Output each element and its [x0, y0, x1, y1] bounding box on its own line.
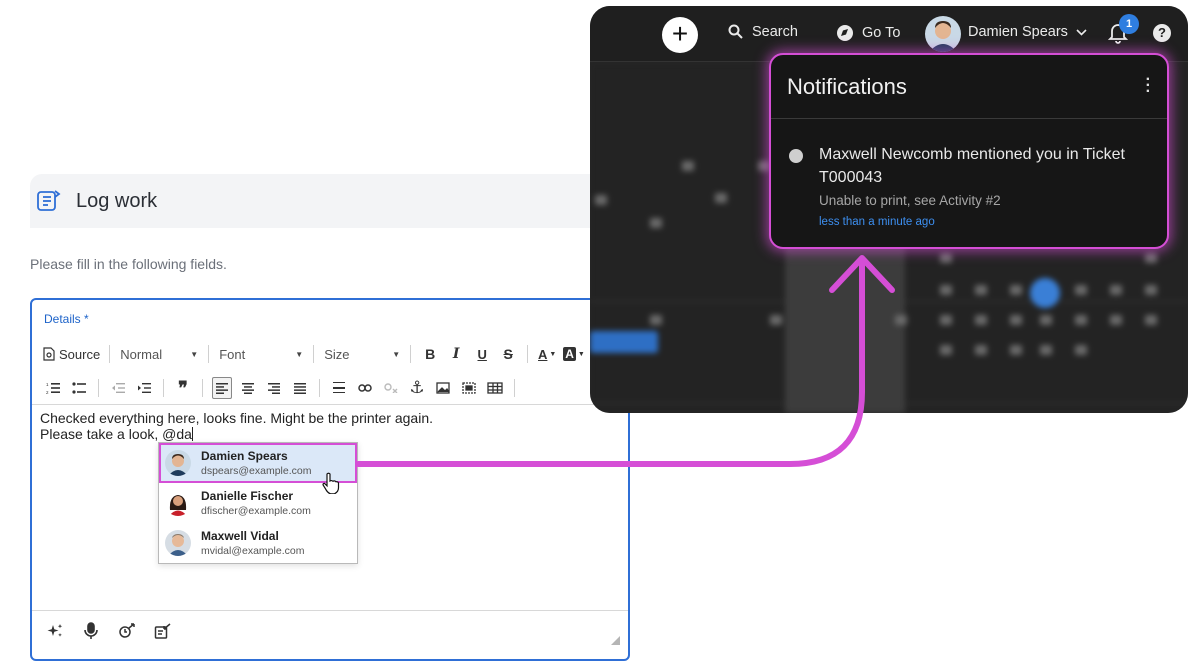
toolbar-separator [202, 379, 203, 397]
editor-line-2: Please take a look, @da [40, 426, 193, 442]
background-color-button[interactable]: A ▼ [563, 343, 585, 365]
table-icon[interactable] [485, 377, 505, 399]
source-button[interactable]: Source [43, 343, 100, 365]
outdent-icon[interactable] [108, 377, 128, 399]
user-avatar[interactable] [925, 16, 961, 52]
log-work-header: Log work [30, 174, 600, 228]
search-icon [728, 24, 744, 40]
add-button[interactable]: + [662, 17, 698, 53]
search-button[interactable]: Search [728, 24, 798, 40]
font-select[interactable]: Font ▼ [215, 343, 307, 365]
editor-divider [32, 404, 628, 405]
microphone-icon[interactable] [80, 620, 102, 642]
italic-button[interactable]: I [446, 343, 466, 365]
notification-time: less than a minute ago [819, 216, 935, 228]
editor-footer [44, 620, 188, 642]
mention-dropdown: Damien Spears dspears@example.com Daniel… [158, 442, 358, 564]
toolbar-separator [208, 345, 210, 363]
indent-icon[interactable] [134, 377, 154, 399]
bulleted-list-icon[interactable] [69, 377, 89, 399]
sparkle-icon[interactable] [44, 620, 66, 642]
align-center-icon[interactable] [238, 377, 258, 399]
toolbar-separator [410, 345, 412, 363]
notifications-title: Notifications [787, 73, 907, 99]
unread-dot-icon [789, 149, 803, 163]
chevron-down-icon: ▼ [295, 349, 304, 359]
editor-toolbar-row-1: Source Normal ▼ Font ▼ Size ▼ B I U S A ▼ [40, 342, 588, 366]
unlink-icon[interactable] [381, 377, 401, 399]
details-label: Details * [44, 312, 89, 326]
compass-icon [836, 24, 854, 42]
page-title: Log work [76, 189, 158, 212]
user-menu-button[interactable]: Damien Spears [968, 24, 1087, 40]
go-to-button[interactable]: Go To [836, 24, 900, 42]
notifications-panel: Notifications · · · Maxwell Newcomb mentio… [769, 53, 1169, 249]
avatar [165, 530, 191, 556]
chevron-down-icon [1076, 28, 1087, 36]
align-left-icon[interactable] [212, 377, 232, 399]
help-icon[interactable]: ? [1153, 24, 1171, 42]
avatar [165, 450, 191, 476]
notification-text: Maxwell Newcomb mentioned you in Ticket … [819, 146, 1125, 186]
notifications-header: Notifications · · · [771, 55, 1167, 119]
chevron-down-icon: ▼ [549, 350, 557, 358]
editor-toolbar-row-2: 12 ❞ ⚓ [40, 376, 521, 400]
toolbar-separator [98, 379, 99, 397]
bold-button[interactable]: B [420, 343, 440, 365]
blockquote-icon[interactable]: ❞ [173, 377, 193, 399]
mention-option-danielle-fischer[interactable]: Danielle Fischer dfischer@example.com [159, 483, 357, 523]
toolbar-separator [319, 379, 320, 397]
text-color-button[interactable]: A ▼ [537, 343, 557, 365]
align-right-icon[interactable] [264, 377, 284, 399]
chevron-down-icon: ▼ [190, 349, 199, 359]
numbered-list-icon[interactable]: 12 [43, 377, 63, 399]
rich-text-editor[interactable]: Checked everything here, looks fine. Mig… [40, 410, 433, 442]
log-work-icon [34, 187, 62, 215]
toolbar-separator [527, 345, 529, 363]
app-window: + Search Go To Damien Spears 1 ? Notific… [590, 6, 1188, 413]
mention-email: mvidal@example.com [201, 545, 305, 557]
toolbar-separator [514, 379, 515, 397]
toolbar-separator [163, 379, 164, 397]
anchor-icon[interactable]: ⚓ [407, 377, 427, 399]
source-icon [43, 347, 55, 361]
editor-line-1: Checked everything here, looks fine. Mig… [40, 410, 434, 426]
embed-icon[interactable] [459, 377, 479, 399]
mention-name: Danielle Fischer [201, 489, 294, 503]
underline-button[interactable]: U [472, 343, 492, 365]
horizontal-line-icon[interactable] [329, 377, 349, 399]
link-icon[interactable] [355, 377, 375, 399]
chevron-down-icon: ▼ [577, 350, 585, 358]
chevron-down-icon: ▼ [392, 349, 401, 359]
form-instructions: Please fill in the following fields. [30, 256, 227, 272]
strikethrough-button[interactable]: S [498, 343, 518, 365]
notification-subtext: Unable to print, see Activity #2 [819, 193, 1001, 208]
resize-handle[interactable] [611, 636, 620, 645]
image-icon[interactable] [433, 377, 453, 399]
toolbar-separator [313, 345, 315, 363]
avatar [165, 490, 191, 516]
mention-email: dspears@example.com [201, 465, 312, 477]
mention-email: dfischer@example.com [201, 505, 311, 517]
size-select[interactable]: Size ▼ [320, 343, 404, 365]
toolbar-separator [109, 345, 111, 363]
timer-icon[interactable] [116, 620, 138, 642]
align-justify-icon[interactable] [290, 377, 310, 399]
insert-icon[interactable] [152, 620, 174, 642]
log-work-panel: Log work Please fill in the following fi… [30, 174, 630, 664]
mention-name: Maxwell Vidal [201, 529, 279, 543]
format-select[interactable]: Normal ▼ [116, 343, 202, 365]
footer-divider [32, 610, 628, 611]
svg-text:2: 2 [46, 390, 49, 394]
mention-name: Damien Spears [201, 449, 288, 463]
more-options-icon[interactable]: · · · [1146, 72, 1151, 100]
mention-option-damien-spears[interactable]: Damien Spears dspears@example.com [159, 443, 357, 495]
notification-count-badge: 1 [1119, 14, 1139, 34]
mention-option-maxwell-vidal[interactable]: Maxwell Vidal mvidal@example.com [159, 523, 357, 563]
text-caret [191, 427, 193, 441]
svg-text:1: 1 [46, 382, 49, 387]
